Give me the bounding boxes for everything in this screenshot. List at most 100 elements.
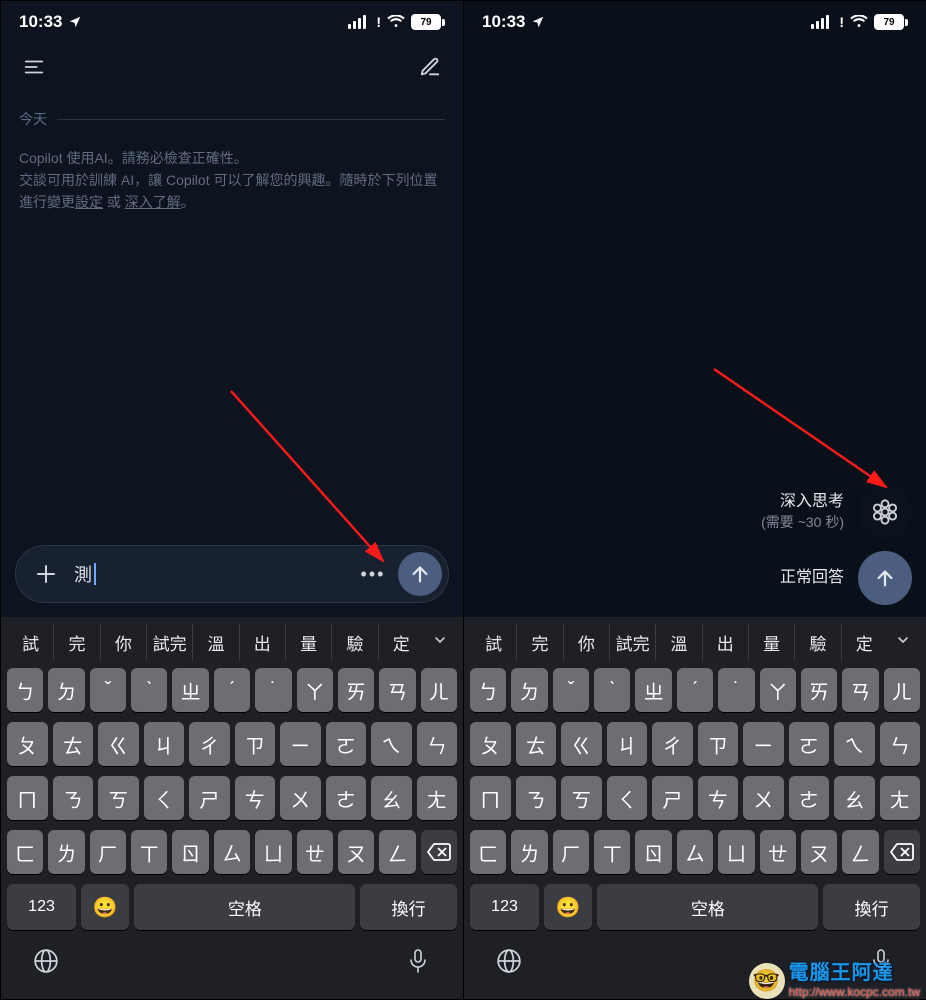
key[interactable]: ㄜ [326,776,367,820]
key[interactable]: ㄧ [743,722,784,766]
key[interactable]: ㄞ [801,668,837,712]
key[interactable]: ㄍ [98,722,139,766]
key[interactable]: ㄡ [801,830,837,874]
key[interactable]: ㄦ [421,668,457,712]
key[interactable]: ㄟ [834,722,875,766]
key[interactable]: ㄛ [326,722,367,766]
link-settings[interactable]: 設定 [75,194,103,210]
key[interactable]: ㄓ [635,668,671,712]
link-learn-more[interactable]: 深入了解 [125,194,181,210]
suggestion[interactable]: 量 [748,624,794,661]
key[interactable]: ㄥ [842,830,878,874]
key[interactable]: ㄦ [884,668,920,712]
globe-key[interactable] [28,943,64,979]
key[interactable]: ㄇ [470,776,511,820]
key[interactable]: ㄆ [470,722,511,766]
key[interactable]: ˊ [677,668,713,712]
key[interactable]: ㄧ [280,722,321,766]
key[interactable]: ㄡ [338,830,374,874]
option-normal[interactable]: 正常回答 [732,551,912,605]
space-key[interactable]: 空格 [134,884,355,930]
key[interactable]: ㄆ [7,722,48,766]
key[interactable]: ㄛ [789,722,830,766]
key[interactable]: ˇ [90,668,126,712]
key[interactable]: ㄌ [48,830,84,874]
numeric-key[interactable]: 123 [7,884,76,930]
key[interactable]: ㄏ [90,830,126,874]
emoji-key[interactable]: 😀 [544,884,592,930]
key[interactable]: ㄅ [470,668,506,712]
key[interactable]: ˊ [214,668,250,712]
key[interactable]: ㄝ [760,830,796,874]
key[interactable]: ㄉ [48,668,84,712]
suggestion[interactable]: 試 [8,624,53,661]
key[interactable]: ㄚ [760,668,796,712]
suggestion[interactable]: 量 [285,624,331,661]
key[interactable]: ˇ [553,668,589,712]
key[interactable]: ㄖ [635,830,671,874]
suggestion[interactable]: 試完 [609,624,655,661]
suggestion[interactable]: 定 [841,624,887,661]
numeric-key[interactable]: 123 [470,884,539,930]
key[interactable]: ㄝ [297,830,333,874]
suggestion[interactable]: 完 [516,624,562,661]
closekey[interactable]: ˋ [594,668,630,712]
key[interactable]: ˋ [131,668,167,712]
key[interactable]: ㄐ [607,722,648,766]
key[interactable]: ㄋ [516,776,557,820]
key[interactable]: ㄒ [131,830,167,874]
add-button[interactable] [26,554,66,594]
mic-key[interactable] [400,943,436,979]
key[interactable]: ㄍ [561,722,602,766]
suggestion[interactable]: 完 [53,624,99,661]
suggestion[interactable]: 溫 [192,624,238,661]
collapse-suggestions[interactable] [887,632,919,653]
send-button[interactable] [398,552,442,596]
option-deep-think[interactable]: 深入思考 (需要 ~30 秒) [732,485,912,539]
menu-button[interactable] [17,50,51,84]
key[interactable]: ㄤ [417,776,458,820]
key[interactable]: ㄣ [880,722,921,766]
prompt-input[interactable]: 測 [74,554,348,594]
key[interactable]: ㄙ [214,830,250,874]
suggestion[interactable]: 試完 [146,624,192,661]
suggestion[interactable]: 出 [239,624,285,661]
suggestion[interactable]: 你 [100,624,146,661]
more-button[interactable]: ••• [356,557,390,591]
key[interactable]: ㄌ [511,830,547,874]
key[interactable]: ㄎ [561,776,602,820]
key[interactable]: ㄗ [698,722,739,766]
backspace-key[interactable] [421,830,457,874]
key[interactable]: ㄈ [470,830,506,874]
key[interactable]: ㄕ [652,776,693,820]
suggestion[interactable]: 試 [471,624,516,661]
return-key[interactable]: 換行 [360,884,457,930]
collapse-suggestions[interactable] [424,632,456,653]
key[interactable]: ㄤ [880,776,921,820]
globe-key[interactable] [491,943,527,979]
key[interactable]: ㄢ [379,668,415,712]
key[interactable]: ㄢ [842,668,878,712]
key[interactable]: ㄙ [677,830,713,874]
compose-button[interactable] [413,50,447,84]
key[interactable]: ㄒ [594,830,630,874]
return-key[interactable]: 換行 [823,884,920,930]
key[interactable]: ㄥ [379,830,415,874]
suggestion[interactable]: 出 [702,624,748,661]
key[interactable]: ㄏ [553,830,589,874]
key[interactable]: ˙ [255,668,291,712]
key[interactable]: ㄈ [7,830,43,874]
key[interactable]: ㄊ [516,722,557,766]
key[interactable]: ㄎ [98,776,139,820]
deep-think-button[interactable] [858,485,912,539]
key[interactable]: ㄘ [235,776,276,820]
space-key[interactable]: 空格 [597,884,818,930]
key[interactable]: ㄕ [189,776,230,820]
key[interactable]: ㄣ [417,722,458,766]
key[interactable]: ㄑ [144,776,185,820]
key[interactable]: ㄚ [297,668,333,712]
suggestion[interactable]: 你 [563,624,609,661]
key[interactable]: ㄩ [255,830,291,874]
normal-send-button[interactable] [858,551,912,605]
suggestion[interactable]: 驗 [331,624,377,661]
